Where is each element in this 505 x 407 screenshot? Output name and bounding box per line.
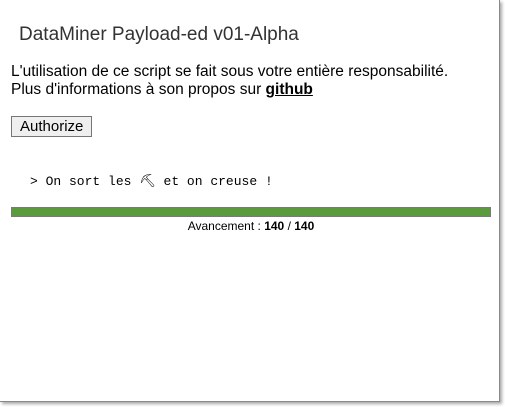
dialog-window: DataMiner Payload-ed v01-Alpha L'utilisa… [0, 0, 500, 402]
description: L'utilisation de ce script se fait sous … [11, 63, 448, 99]
description-line-2-text: Plus d'informations à son propos sur [11, 81, 266, 98]
description-line-1: L'utilisation de ce script se fait sous … [11, 63, 449, 80]
progress-total: 140 [294, 219, 315, 233]
github-link[interactable]: github [266, 81, 313, 98]
progress-bar-fill [12, 208, 490, 216]
progress-bar [11, 207, 491, 217]
log-message: > On sort les ⛏ et on creuse ! [30, 174, 273, 189]
progress-current: 140 [264, 219, 285, 233]
description-line-2: Plus d'informations à son propos sur git… [11, 81, 448, 99]
progress-label: Avancement : [187, 219, 265, 233]
dialog-title: DataMiner Payload-ed v01-Alpha [19, 24, 299, 45]
progress-status: Avancement : 140 / 140 [11, 219, 491, 233]
progress-separator: / [284, 219, 295, 233]
authorize-button[interactable]: Authorize [11, 116, 93, 137]
